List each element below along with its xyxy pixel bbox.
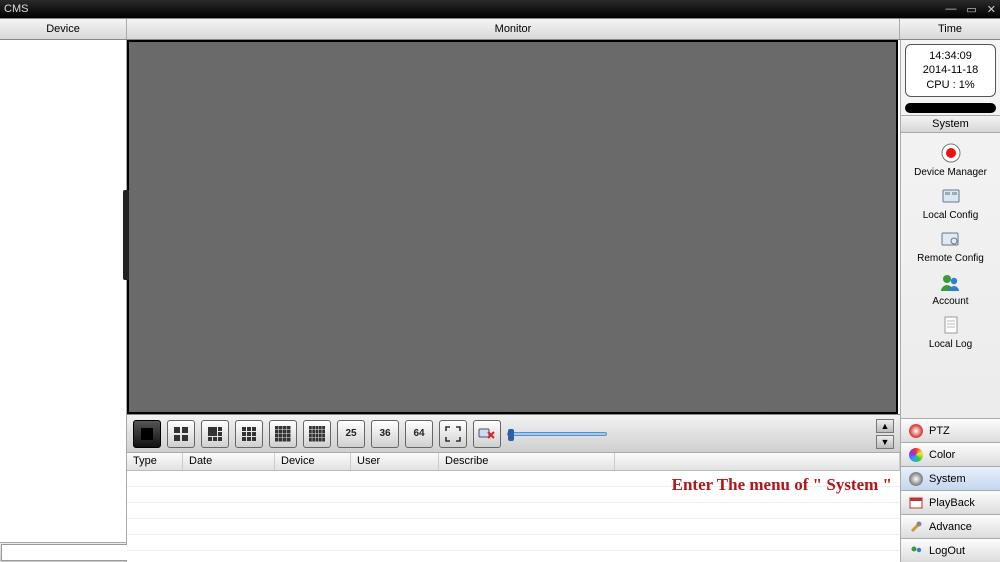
system-local-log[interactable]: Local Log: [929, 311, 972, 352]
header-monitor: Monitor: [127, 19, 900, 39]
record-icon: [939, 141, 963, 165]
scroll-down-button[interactable]: ▼: [876, 435, 894, 449]
header: Device Monitor Time: [0, 18, 1000, 40]
zoom-thumb[interactable]: [508, 429, 514, 441]
tools-icon: [909, 520, 923, 534]
layout-4-button[interactable]: [167, 420, 195, 448]
system-account[interactable]: Account: [932, 268, 968, 309]
users-icon: [909, 544, 923, 558]
label: Color: [929, 449, 955, 461]
layout-1-button[interactable]: [133, 420, 161, 448]
disconnect-all-button[interactable]: [473, 420, 501, 448]
col-spacer: [615, 453, 900, 470]
system-remote-config[interactable]: Remote Config: [917, 225, 984, 266]
layout-20-button[interactable]: [303, 420, 331, 448]
color-icon: [909, 448, 923, 462]
col-describe[interactable]: Describe: [439, 453, 615, 470]
label: PlayBack: [929, 497, 975, 509]
tab-color[interactable]: Color: [901, 442, 1000, 466]
label: Advance: [929, 521, 972, 533]
system-local-config[interactable]: Local Config: [923, 182, 979, 223]
tab-playback[interactable]: PlayBack: [901, 490, 1000, 514]
col-date[interactable]: Date: [183, 453, 275, 470]
minimize-icon[interactable]: —: [945, 3, 956, 15]
window-controls: — ▭ ✕: [945, 0, 996, 18]
fullscreen-icon: [445, 426, 461, 442]
label: Remote Config: [917, 253, 984, 264]
tab-logout[interactable]: LogOut: [901, 538, 1000, 562]
log-table: Type Date Device User Describe Enter The…: [127, 452, 900, 562]
zoom-slider[interactable]: [507, 432, 607, 436]
layout-16-button[interactable]: [269, 420, 297, 448]
playback-icon: [909, 496, 923, 510]
label: System: [929, 473, 966, 485]
layout-8-button[interactable]: [201, 420, 229, 448]
gear-icon: [909, 472, 923, 486]
device-tree[interactable]: [0, 40, 126, 542]
account-icon: [938, 270, 962, 294]
fullscreen-button[interactable]: [439, 420, 467, 448]
device-tree-footer: [0, 542, 126, 562]
col-user[interactable]: User: [351, 453, 439, 470]
header-device: Device: [0, 19, 127, 39]
center-panel: 25 36 64 ▲ ▼ Type Date Device User Descr: [127, 40, 900, 562]
scroll-up-button[interactable]: ▲: [876, 419, 894, 433]
close-icon[interactable]: ✕: [987, 3, 996, 16]
ptz-icon: [909, 424, 923, 438]
clock-cpu: CPU : 1%: [906, 78, 995, 92]
system-list: Device Manager Local Config Remote Confi…: [901, 133, 1000, 418]
config-icon: [939, 184, 963, 208]
tab-ptz[interactable]: PTZ: [901, 418, 1000, 442]
label: Account: [932, 296, 968, 307]
layout-25-button[interactable]: 25: [337, 420, 365, 448]
scroll-arrows: ▲ ▼: [876, 419, 894, 449]
table-row[interactable]: [127, 535, 900, 551]
video-area[interactable]: [127, 40, 898, 414]
tab-advance[interactable]: Advance: [901, 514, 1000, 538]
clock-time: 14:34:09: [906, 49, 995, 63]
table-row[interactable]: [127, 503, 900, 519]
tab-system[interactable]: System: [901, 466, 1000, 490]
main: 25 36 64 ▲ ▼ Type Date Device User Descr: [0, 40, 1000, 562]
system-device-manager[interactable]: Device Manager: [914, 139, 987, 180]
view-toolbar: 25 36 64 ▲ ▼: [127, 414, 900, 452]
device-tree-panel: [0, 40, 127, 562]
system-heading: System: [901, 115, 1000, 133]
layout-36-button[interactable]: 36: [371, 420, 399, 448]
tab-stack: PTZ Color System PlayBack Advance: [901, 418, 1000, 562]
titlebar: CMS — ▭ ✕: [0, 0, 1000, 18]
layout-9-button[interactable]: [235, 420, 263, 448]
log-header: Type Date Device User Describe: [127, 453, 900, 471]
annotation-text: Enter The menu of " System ": [672, 475, 892, 495]
label: Local Config: [923, 210, 979, 221]
clock-date: 2014-11-18: [906, 63, 995, 77]
status-bar: [905, 103, 996, 113]
app-title: CMS: [4, 3, 28, 15]
col-device[interactable]: Device: [275, 453, 351, 470]
panel-collapse-handle[interactable]: [123, 190, 129, 280]
right-panel: 14:34:09 2014-11-18 CPU : 1% System Devi…: [900, 40, 1000, 562]
table-row[interactable]: [127, 519, 900, 535]
disconnect-icon: [478, 426, 496, 442]
label: Local Log: [929, 339, 972, 350]
label: PTZ: [929, 425, 950, 437]
label: Device Manager: [914, 167, 987, 178]
remote-icon: [938, 227, 962, 251]
clock-panel: 14:34:09 2014-11-18 CPU : 1%: [905, 44, 996, 97]
maximize-icon[interactable]: ▭: [966, 3, 976, 16]
header-time: Time: [900, 19, 1000, 39]
label: LogOut: [929, 545, 965, 557]
log-icon: [939, 313, 963, 337]
col-type[interactable]: Type: [127, 453, 183, 470]
layout-64-button[interactable]: 64: [405, 420, 433, 448]
